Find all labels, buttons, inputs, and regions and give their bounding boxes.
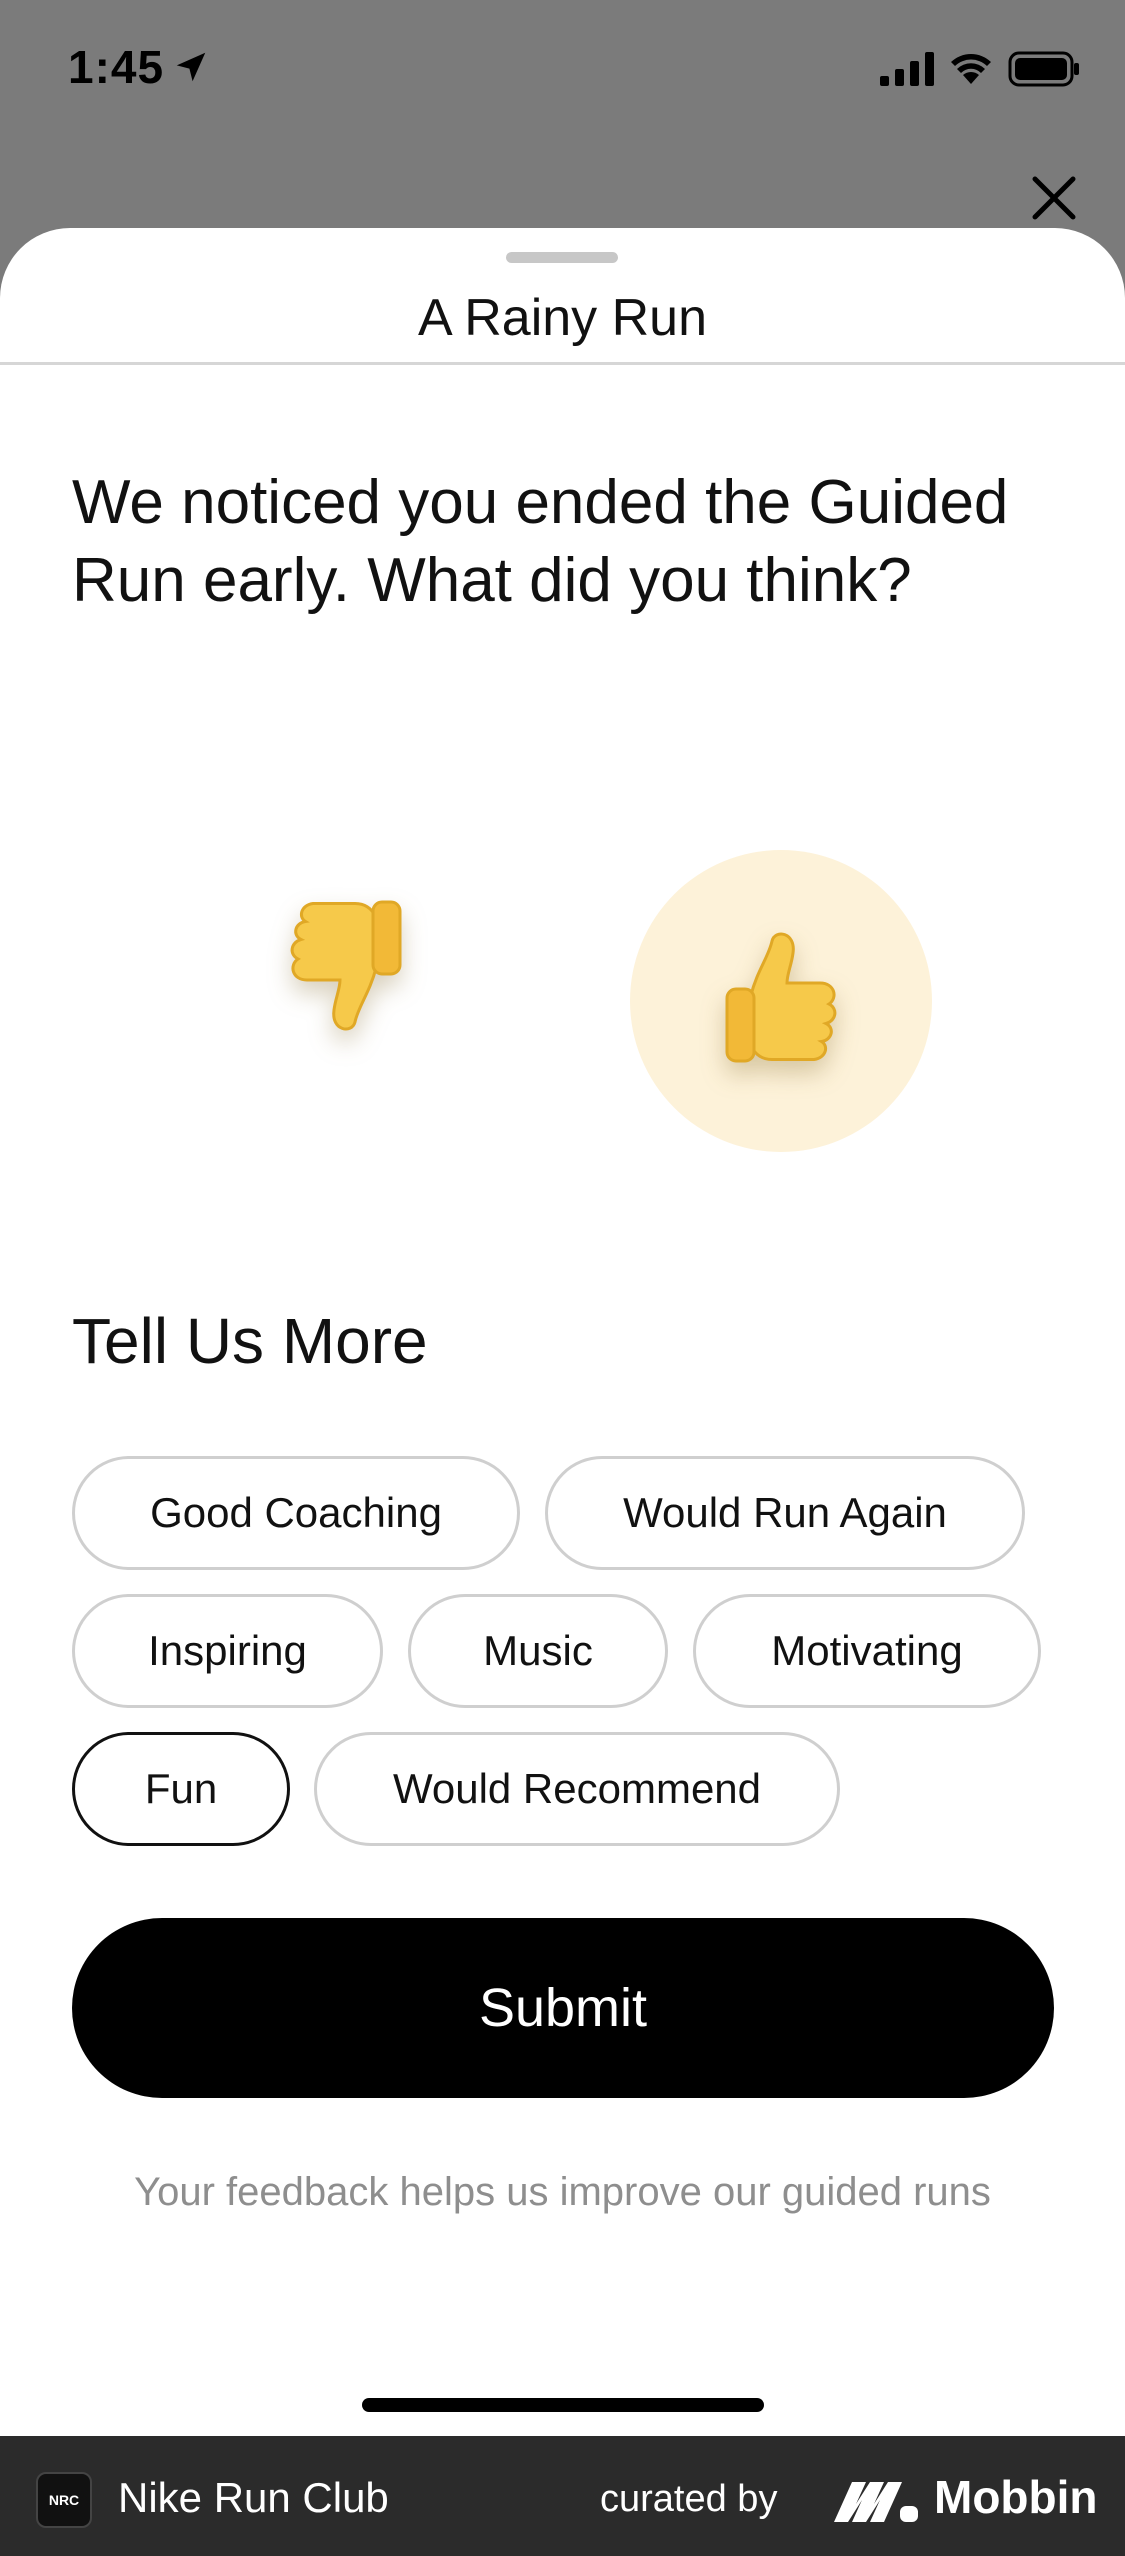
mobbin-logo-icon xyxy=(834,2482,918,2522)
battery-icon xyxy=(1008,51,1079,87)
location-arrow-icon xyxy=(176,52,206,82)
sheet-title: A Rainy Run xyxy=(417,289,708,347)
tag-inspiring[interactable]: Inspiring xyxy=(72,1594,383,1708)
tag-would-recommend[interactable]: Would Recommend xyxy=(314,1732,840,1846)
sheet-grabber[interactable] xyxy=(506,252,618,263)
feedback-footnote: Your feedback helps us improve our guide… xyxy=(134,2170,991,2214)
mobbin-brand: Mobbin xyxy=(934,2471,1098,2523)
thumbs-up-button[interactable] xyxy=(630,850,932,1152)
app-logo-icon: NRC xyxy=(36,2472,92,2528)
app-name: Nike Run Club xyxy=(118,2474,389,2521)
status-time: 1:45 xyxy=(68,41,165,93)
close-icon xyxy=(1032,176,1076,220)
thumbs-up-icon xyxy=(725,932,837,1063)
thumbs-down-button[interactable] xyxy=(236,852,456,1072)
status-bar: 1:45 xyxy=(0,0,1125,140)
thumbs-down-icon xyxy=(290,900,402,1031)
feedback-question: We noticed you ended the Guided Run earl… xyxy=(72,468,1009,615)
tag-music[interactable]: Music xyxy=(408,1594,668,1708)
home-indicator[interactable] xyxy=(362,2398,764,2412)
tag-good-coaching[interactable]: Good Coaching xyxy=(72,1456,520,1570)
feedback-sheet: A Rainy Run We noticed you ended the Gui… xyxy=(0,228,1125,2436)
tag-motivating[interactable]: Motivating xyxy=(693,1594,1041,1708)
tag-would-run-again[interactable]: Would Run Again xyxy=(545,1456,1025,1570)
tell-us-more-title: Tell Us More xyxy=(72,1305,428,1377)
wifi-icon xyxy=(951,54,991,84)
submit-button[interactable]: Submit xyxy=(72,1918,1054,2098)
close-button[interactable] xyxy=(1028,172,1080,224)
cellular-signal-icon xyxy=(880,52,934,86)
header-divider xyxy=(0,362,1125,365)
tag-fun[interactable]: Fun xyxy=(72,1732,290,1846)
curated-by-label: curated by xyxy=(600,2478,778,2520)
